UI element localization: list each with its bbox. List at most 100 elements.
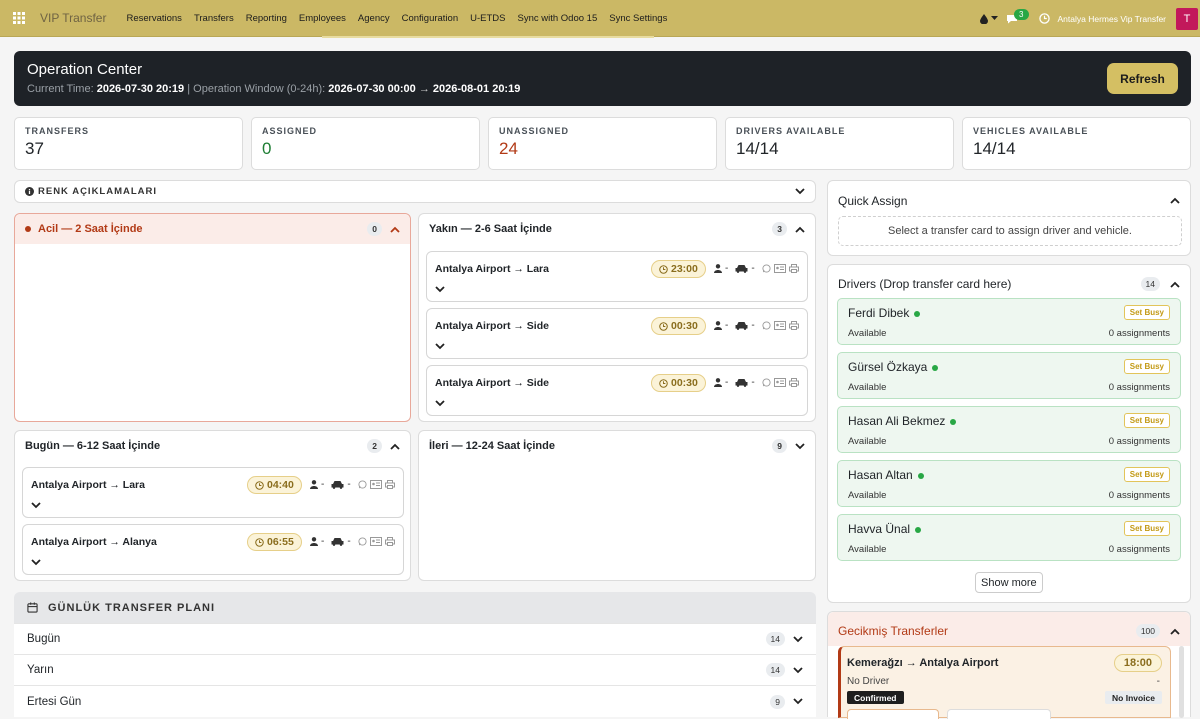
chevron-up-icon[interactable]: [1170, 197, 1180, 204]
chevron-down-icon[interactable]: [435, 400, 445, 407]
late-scrollbar[interactable]: [1179, 646, 1184, 718]
company-switcher[interactable]: Antalya Hermes Vip Transfer: [1058, 14, 1167, 24]
whatsapp-icon[interactable]: [762, 264, 771, 273]
driver-card[interactable]: Hasan Altan Available Set Busy 0 assignment…: [837, 460, 1181, 507]
chevron-down-icon[interactable]: [435, 343, 445, 350]
transfer-card[interactable]: Antalya Airport → Side 00:30- -: [426, 308, 808, 359]
driver-value: -: [321, 479, 325, 490]
menu-employees[interactable]: Employees: [293, 13, 352, 24]
print-icon[interactable]: [788, 378, 799, 387]
whatsapp-icon[interactable]: [762, 321, 771, 330]
color-legend-toggle[interactable]: RENK AÇIKLAMALARI: [14, 180, 816, 203]
user-avatar[interactable]: T: [1176, 7, 1198, 30]
late-transfer-card[interactable]: Kemerağzı → Antalya Airport 18:00 No Dri…: [838, 646, 1171, 719]
late-action-button[interactable]: [847, 709, 939, 719]
show-more-button[interactable]: Show more: [975, 572, 1043, 593]
bucket-yakin-header[interactable]: Yakın — 2-6 Saat İçinde 3: [419, 214, 815, 244]
late-driver: No Driver: [847, 676, 890, 687]
stat-value: 14/14: [736, 139, 779, 158]
id-card-icon[interactable]: [773, 321, 786, 330]
vehicle-value: -: [751, 377, 755, 388]
id-card-icon[interactable]: [369, 480, 382, 489]
menu-agency[interactable]: Agency: [352, 13, 396, 24]
stat-label: VEHICLES AVAILABLE: [973, 126, 1089, 136]
drop-icon[interactable]: [980, 13, 999, 24]
available-dot-icon: [917, 472, 924, 479]
bucket-ileri: İleri — 12-24 Saat İçinde 9: [418, 430, 816, 581]
transfer-card[interactable]: Antalya Airport → Lara 04:40- -: [22, 467, 404, 518]
quick-assign-dropzone[interactable]: Select a transfer card to assign driver …: [838, 216, 1182, 246]
legend-title: RENK AÇIKLAMALARI: [38, 186, 158, 197]
chevron-down-icon[interactable]: [435, 286, 445, 293]
chevron-down-icon[interactable]: [31, 559, 41, 566]
menu-sync-settings[interactable]: Sync Settings: [603, 13, 673, 24]
chevron-down-icon: [793, 698, 803, 705]
app-brand[interactable]: VIP Transfer: [40, 11, 106, 25]
transfer-assign-icons: --: [310, 536, 395, 547]
car-icon: [735, 379, 748, 387]
whatsapp-icon[interactable]: [358, 537, 367, 546]
id-card-icon[interactable]: [369, 537, 382, 546]
apps-grid-icon[interactable]: [8, 7, 30, 29]
driver-name-wrap: Hasan Altan: [848, 468, 924, 482]
print-icon[interactable]: [788, 321, 799, 330]
set-busy-button[interactable]: Set Busy: [1123, 305, 1170, 320]
plan-row-day-after[interactable]: Ertesi Gün 9: [14, 685, 816, 717]
drivers-title: Drivers (Drop transfer card here): [838, 277, 1012, 291]
set-busy-button[interactable]: Set Busy: [1123, 413, 1170, 428]
bucket-title: Acil — 2 Saat İçinde: [38, 223, 143, 235]
id-card-icon[interactable]: [773, 378, 786, 387]
urgent-dot-icon: [25, 226, 31, 232]
late-action-button[interactable]: [947, 709, 1051, 719]
set-busy-button[interactable]: Set Busy: [1123, 521, 1170, 536]
chevron-down-icon[interactable]: [31, 502, 41, 509]
menu-reporting[interactable]: Reporting: [240, 13, 293, 24]
main-menu: Reservations Transfers Reporting Employe…: [120, 13, 673, 24]
plan-row-tomorrow[interactable]: Yarın 14: [14, 654, 816, 685]
stat-value: 14/14: [973, 139, 1016, 158]
daily-plan-header[interactable]: GÜNLÜK TRANSFER PLANI: [14, 592, 816, 623]
transfer-time: 00:30: [671, 320, 698, 332]
menu-configuration[interactable]: Configuration: [396, 13, 465, 24]
print-icon[interactable]: [788, 264, 799, 273]
chevron-up-icon[interactable]: [1170, 628, 1180, 635]
current-time-value: 2026-07-30 20:19: [96, 83, 185, 95]
quick-assign-panel: Quick Assign Select a transfer card to a…: [827, 180, 1191, 256]
driver-card[interactable]: Ferdi Dibek Available Set Busy 0 assignment…: [837, 298, 1181, 345]
chevron-down-icon: [795, 188, 805, 195]
driver-card[interactable]: Havva Ünal Available Set Busy 0 assignments: [837, 514, 1181, 561]
plan-row-today[interactable]: Bugün 14: [14, 623, 816, 654]
bucket-count: 0: [367, 222, 382, 236]
car-icon: [331, 481, 344, 489]
chevron-up-icon[interactable]: [1170, 281, 1180, 288]
refresh-button[interactable]: Refresh: [1107, 63, 1178, 94]
menu-sync-odoo[interactable]: Sync with Odoo 15: [512, 13, 604, 24]
whatsapp-icon[interactable]: [358, 480, 367, 489]
driver-card[interactable]: Gürsel Özkaya Available Set Busy 0 assignme…: [837, 352, 1181, 399]
bucket-ileri-header[interactable]: İleri — 12-24 Saat İçinde 9: [419, 431, 815, 461]
driver-card[interactable]: Hasan Ali Bekmez Available Set Busy 0 assig…: [837, 406, 1181, 453]
chevron-down-icon: [793, 666, 803, 673]
bucket-bugun-header[interactable]: Bugün — 6-12 Saat İçinde 2: [15, 431, 410, 461]
bucket-acil-header[interactable]: Acil — 2 Saat İçinde 0: [15, 214, 410, 244]
driver-name-wrap: Ferdi Dibek: [848, 306, 921, 320]
transfer-card[interactable]: Antalya Airport → Side 00:30- -: [426, 365, 808, 416]
driver-value: -: [321, 536, 325, 547]
set-busy-button[interactable]: Set Busy: [1123, 467, 1170, 482]
transfer-card[interactable]: Antalya Airport → Alanya 06:55- -: [22, 524, 404, 575]
plan-row-count: 9: [770, 694, 785, 709]
menu-reservations[interactable]: Reservations: [120, 13, 187, 24]
message-count-badge: 3: [1014, 9, 1029, 20]
set-busy-button[interactable]: Set Busy: [1123, 359, 1170, 374]
transfer-card[interactable]: Antalya Airport → Lara 23:00- -: [426, 251, 808, 302]
top-navbar: VIP Transfer Reservations Transfers Repo…: [0, 0, 1200, 37]
car-icon: [735, 322, 748, 330]
bucket-acil: Acil — 2 Saat İçinde 0: [14, 213, 411, 422]
menu-transfers[interactable]: Transfers: [188, 13, 240, 24]
menu-uetds[interactable]: U-ETDS: [464, 13, 511, 24]
print-icon[interactable]: [384, 480, 395, 489]
id-card-icon[interactable]: [773, 264, 786, 273]
whatsapp-icon[interactable]: [762, 378, 771, 387]
print-icon[interactable]: [384, 537, 395, 546]
clock-icon[interactable]: [1038, 13, 1050, 24]
